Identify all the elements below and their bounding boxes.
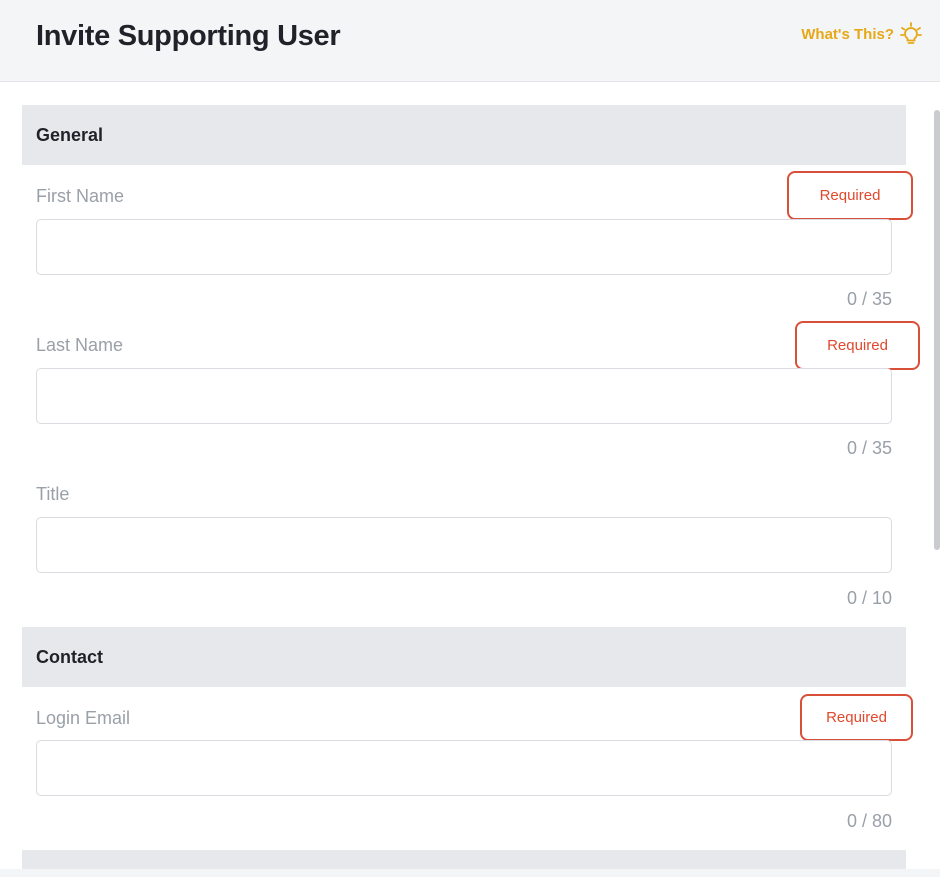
title-input[interactable] xyxy=(36,517,892,573)
section-contact-title: Contact xyxy=(36,646,103,667)
login-email-label: Login Email xyxy=(36,708,131,728)
dialog-header: Invite Supporting User What's This? xyxy=(0,0,940,82)
last-name-label: Last Name xyxy=(36,335,124,355)
last-name-input[interactable] xyxy=(36,368,892,424)
section-general-title: General xyxy=(36,124,104,145)
whats-this-label: What's This? xyxy=(801,25,894,43)
title-counter: 0 / 10 xyxy=(846,588,892,608)
page-title: Invite Supporting User xyxy=(36,20,341,52)
first-name-counter: 0 / 35 xyxy=(846,289,892,309)
login-email-required-badge: Required xyxy=(800,694,913,741)
whats-this-link[interactable]: What's This? xyxy=(801,22,922,46)
first-name-label: First Name xyxy=(36,186,125,206)
first-name-input[interactable] xyxy=(36,219,892,275)
login-email-counter: 0 / 80 xyxy=(846,811,892,831)
lightbulb-icon xyxy=(900,22,922,46)
section-contact: Contact xyxy=(22,627,906,687)
section-general: General xyxy=(22,105,906,165)
footer-divider xyxy=(0,869,940,877)
last-name-required-badge: Required xyxy=(795,321,920,370)
login-email-input[interactable] xyxy=(36,740,892,796)
last-name-counter: 0 / 35 xyxy=(846,438,892,458)
title-label: Title xyxy=(36,484,70,504)
form-content: General First Name Required 0 / 35 Last … xyxy=(0,83,940,877)
scrollbar-thumb[interactable] xyxy=(934,110,940,550)
first-name-required-badge: Required xyxy=(787,171,913,220)
